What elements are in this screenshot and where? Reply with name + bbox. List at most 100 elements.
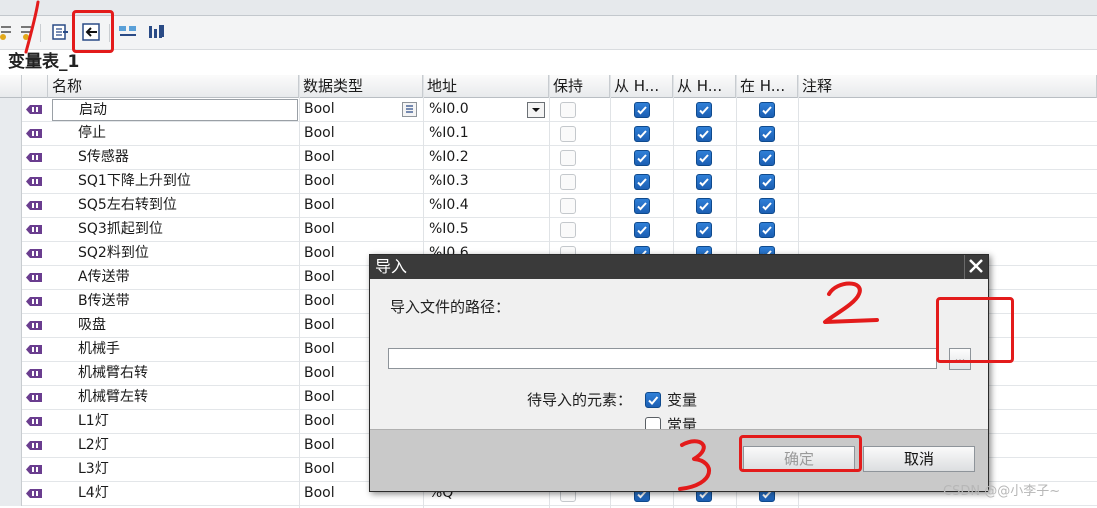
tag-name-cell[interactable]: SQ3抓起到位 xyxy=(78,218,298,241)
row-header[interactable] xyxy=(0,194,22,218)
writable-from-hmi-checkbox[interactable] xyxy=(696,198,712,214)
tag-name-cell[interactable]: 启动 xyxy=(52,99,298,121)
import-path-input[interactable] xyxy=(388,348,937,369)
column-header-from-hmi[interactable]: 从 H... xyxy=(610,75,673,98)
cancel-button[interactable]: 取消 xyxy=(863,446,975,472)
tag-name-cell[interactable]: SQ1下降上升到位 xyxy=(78,170,298,193)
accessible-from-hmi-checkbox[interactable] xyxy=(634,126,650,142)
column-header-data-type[interactable]: 数据类型 xyxy=(299,75,423,98)
row-header[interactable] xyxy=(0,146,22,170)
visible-in-hmi-checkbox[interactable] xyxy=(759,222,775,238)
visible-in-hmi-checkbox[interactable] xyxy=(759,126,775,142)
writable-from-hmi-checkbox[interactable] xyxy=(696,222,712,238)
data-type-cell[interactable]: Bool xyxy=(304,194,394,217)
accessible-from-hmi-checkbox[interactable] xyxy=(634,198,650,214)
visible-in-hmi-checkbox[interactable] xyxy=(759,198,775,214)
address-cell[interactable]: %I0.3 xyxy=(429,170,519,193)
tag-name-cell[interactable]: SQ2料到位 xyxy=(78,242,298,265)
row-header[interactable] xyxy=(0,122,22,146)
tag-name-cell[interactable]: 吸盘 xyxy=(78,314,298,337)
tag-icon xyxy=(26,153,42,162)
data-type-cell[interactable]: Bool xyxy=(304,218,394,241)
tag-icon xyxy=(26,345,42,354)
column-header-comment[interactable]: 注释 xyxy=(798,75,1097,98)
elements-label: 待导入的元素： xyxy=(527,391,633,409)
column-header-retain[interactable]: 保持 xyxy=(549,75,610,98)
row-header[interactable] xyxy=(0,362,22,386)
writable-from-hmi-checkbox[interactable] xyxy=(696,102,712,118)
variables-option-label: 变量 xyxy=(667,391,698,409)
tag-name-cell[interactable]: 机械手 xyxy=(78,338,298,361)
dialog-title: 导入 xyxy=(375,257,408,276)
tag-name-cell[interactable]: S传感器 xyxy=(78,146,298,169)
row-header[interactable] xyxy=(0,386,22,410)
writable-from-hmi-checkbox[interactable] xyxy=(696,174,712,190)
row-header[interactable] xyxy=(0,98,22,122)
retain-checkbox[interactable] xyxy=(560,126,576,142)
row-header[interactable] xyxy=(0,338,22,362)
tag-name-cell[interactable]: L3灯 xyxy=(78,458,298,481)
tag-name-cell[interactable]: 停止 xyxy=(78,122,298,145)
row-header[interactable] xyxy=(0,410,22,434)
writable-from-hmi-checkbox[interactable] xyxy=(696,126,712,142)
row-header[interactable] xyxy=(0,266,22,290)
accessible-from-hmi-checkbox[interactable] xyxy=(634,102,650,118)
column-header-from-hmi-2[interactable]: 从 H... xyxy=(673,75,736,98)
tag-name-cell[interactable]: L2灯 xyxy=(78,434,298,457)
visible-in-hmi-checkbox[interactable] xyxy=(759,150,775,166)
address-cell[interactable]: %I0.1 xyxy=(429,122,519,145)
tag-name-cell[interactable]: 机械臂右转 xyxy=(78,362,298,385)
tag-name-cell[interactable]: 机械臂左转 xyxy=(78,386,298,409)
column-header-address[interactable]: 地址 xyxy=(423,75,549,98)
annotation-box-ok xyxy=(739,435,862,472)
data-type-cell[interactable]: Bool xyxy=(304,122,394,145)
tag-table-icon[interactable] xyxy=(147,22,167,42)
tag-icon xyxy=(26,129,42,138)
address-dropdown-icon[interactable] xyxy=(527,102,545,118)
row-header[interactable] xyxy=(0,482,22,506)
watermark: CSDN @@小李子~ xyxy=(943,484,1061,499)
retain-checkbox[interactable] xyxy=(560,222,576,238)
visible-in-hmi-checkbox[interactable] xyxy=(759,174,775,190)
row-header[interactable] xyxy=(0,290,22,314)
writable-from-hmi-checkbox[interactable] xyxy=(696,150,712,166)
export-icon[interactable] xyxy=(50,22,70,42)
data-type-cell[interactable]: Bool xyxy=(304,170,394,193)
row-header[interactable] xyxy=(0,314,22,338)
accessible-from-hmi-checkbox[interactable] xyxy=(634,150,650,166)
column-header-in-hmi[interactable]: 在 H... xyxy=(736,75,798,98)
close-icon[interactable] xyxy=(964,255,988,279)
annotation-step-2 xyxy=(823,281,879,324)
address-cell[interactable]: %I0.2 xyxy=(429,146,519,169)
annotation-step-3 xyxy=(678,439,711,491)
tag-name-cell[interactable]: L4灯 xyxy=(78,482,298,505)
accessible-from-hmi-checkbox[interactable] xyxy=(634,222,650,238)
tag-name-cell[interactable]: B传送带 xyxy=(78,290,298,313)
tag-name-cell[interactable]: A传送带 xyxy=(78,266,298,289)
visible-in-hmi-checkbox[interactable] xyxy=(759,102,775,118)
column-header-name[interactable]: 名称 xyxy=(48,75,299,98)
grid-column-divider xyxy=(299,75,300,508)
row-header[interactable] xyxy=(0,434,22,458)
address-cell[interactable]: %I0.4 xyxy=(429,194,519,217)
retain-checkbox[interactable] xyxy=(560,174,576,190)
data-type-cell[interactable]: Bool xyxy=(304,146,394,169)
tag-name-cell[interactable]: L1灯 xyxy=(78,410,298,433)
monitor-icon[interactable] xyxy=(118,22,138,42)
retain-checkbox[interactable] xyxy=(560,198,576,214)
address-cell[interactable]: %I0.5 xyxy=(429,218,519,241)
retain-checkbox[interactable] xyxy=(560,150,576,166)
retain-checkbox[interactable] xyxy=(560,102,576,118)
icon-column-header xyxy=(22,75,48,98)
data-type-cell[interactable]: Bool xyxy=(304,98,394,121)
tag-name-cell[interactable]: SQ5左右转到位 xyxy=(78,194,298,217)
accessible-from-hmi-checkbox[interactable] xyxy=(634,174,650,190)
address-cell[interactable]: %I0.0 xyxy=(429,98,519,121)
variables-checkbox[interactable] xyxy=(645,392,661,408)
row-header[interactable] xyxy=(0,458,22,482)
data-type-picker-icon[interactable] xyxy=(402,102,417,117)
row-header[interactable] xyxy=(0,242,22,266)
row-header[interactable] xyxy=(0,170,22,194)
tag-icon xyxy=(26,369,42,378)
row-header[interactable] xyxy=(0,218,22,242)
